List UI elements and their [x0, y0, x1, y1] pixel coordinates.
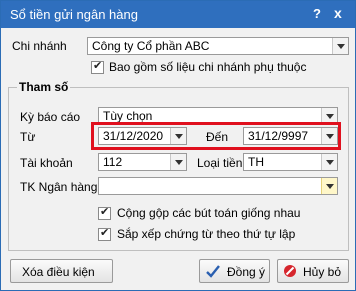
include-sub-branches-label: Bao gồm số liệu chi nhánh phụ thuộc: [109, 60, 307, 74]
period-label: Kỳ báo cáo: [20, 110, 81, 124]
branch-select[interactable]: Công ty Cổ phần ABC: [87, 37, 349, 55]
chevron-down-icon[interactable]: [170, 154, 186, 170]
branch-value: Công ty Cổ phần ABC: [92, 39, 210, 53]
merge-entries-label: Cộng gộp các bút toán giống nhau: [117, 206, 301, 220]
ok-button[interactable]: Đồng ý: [199, 259, 270, 283]
sort-by-date-label: Sắp xếp chứng từ theo thứ tự lập: [117, 227, 296, 241]
bank-account-label: TK Ngân hàng: [20, 180, 98, 194]
parameters-group-title: Tham số: [17, 80, 71, 94]
cancel-button[interactable]: Hủy bỏ: [277, 259, 349, 283]
clear-conditions-label: Xóa điều kiện: [22, 265, 95, 279]
window-title: Sổ tiền gửi ngân hàng: [10, 7, 138, 22]
branch-label: Chi nhánh: [12, 39, 67, 53]
clear-conditions-button[interactable]: Xóa điều kiện: [10, 259, 113, 283]
chevron-down-icon[interactable]: [321, 154, 337, 170]
chevron-down-icon[interactable]: [321, 178, 337, 194]
title-bar: Sổ tiền gửi ngân hàng ? x: [1, 1, 355, 28]
help-button[interactable]: ?: [313, 6, 321, 21]
ok-label: Đồng ý: [227, 265, 266, 279]
merge-entries-checkbox[interactable]: [98, 205, 111, 220]
include-sub-branches-checkbox[interactable]: [91, 59, 104, 74]
close-button[interactable]: x: [334, 5, 342, 21]
currency-select[interactable]: TH: [243, 153, 338, 171]
from-date-label: Từ: [20, 130, 36, 144]
account-label: Tài khoản: [20, 156, 73, 170]
account-select[interactable]: 112: [98, 153, 187, 171]
bank-account-select[interactable]: [98, 177, 338, 195]
date-range-highlight: [91, 122, 341, 150]
check-icon: [206, 265, 220, 278]
sort-by-date-checkbox[interactable]: [98, 226, 111, 241]
chevron-down-icon[interactable]: [332, 38, 348, 54]
cancel-label: Hủy bỏ: [303, 265, 342, 279]
dialog-window: Sổ tiền gửi ngân hàng ? x Chi nhánh Công…: [0, 0, 356, 291]
account-value: 112: [103, 155, 123, 169]
cancel-icon: [284, 265, 296, 277]
currency-value: TH: [248, 155, 264, 169]
currency-label: Loại tiền: [197, 156, 243, 170]
period-value: Tùy chọn: [103, 109, 153, 123]
